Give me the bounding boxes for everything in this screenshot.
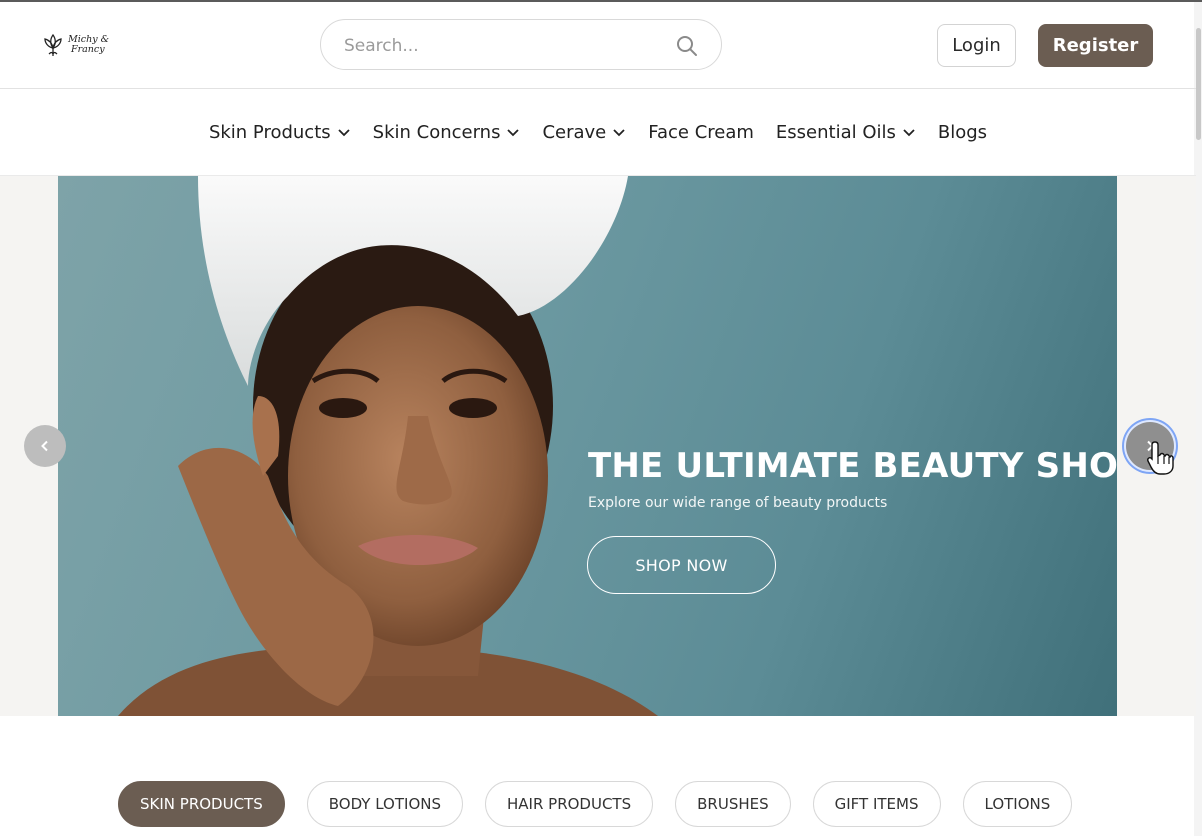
search-input[interactable] (342, 32, 666, 60)
search-icon[interactable] (675, 34, 699, 58)
category-pill-lotions[interactable]: LOTIONS (962, 781, 1073, 827)
chevron-left-icon (41, 440, 48, 452)
chevron-down-icon (613, 129, 625, 137)
nav-item-blogs[interactable]: Blogs (938, 110, 987, 154)
scrollbar-thumb[interactable] (1196, 28, 1201, 140)
nav-item-label: Blogs (937, 121, 988, 143)
category-pill-body-lotions[interactable]: BODY LOTIONS (306, 781, 463, 827)
main-navigation: Skin Products Skin Concerns Cerave Face … (0, 110, 1196, 154)
nav-item-label: Essential Oils (775, 121, 896, 143)
hero-slide: THE ULTIMATE BEAUTY SHOP Explore our wid… (58, 176, 1117, 716)
category-filter-bar: SKIN PRODUCTS BODY LOTIONS HAIR PRODUCTS… (118, 781, 1073, 827)
header-divider (0, 88, 1196, 89)
brand-name-line2: Francy (71, 44, 105, 55)
nav-item-essential-oils[interactable]: Essential Oils (776, 110, 916, 154)
lotus-icon (44, 33, 62, 56)
nav-item-skin-products[interactable]: Skin Products (209, 110, 351, 154)
hero-title: THE ULTIMATE BEAUTY SHOP (588, 446, 1117, 486)
nav-item-label: Cerave (542, 121, 607, 143)
nav-item-label: Skin Concerns (372, 121, 501, 143)
shop-now-button[interactable]: SHOP NOW (587, 536, 776, 594)
category-pill-skin-products[interactable]: SKIN PRODUCTS (118, 781, 285, 827)
category-pill-brushes[interactable]: BRUSHES (675, 781, 791, 827)
chevron-down-icon (338, 129, 350, 137)
nav-item-label: Face Cream (648, 121, 754, 143)
login-button[interactable]: Login (937, 24, 1016, 67)
window-top-edge (0, 0, 1202, 2)
carousel-prev-button[interactable] (24, 425, 66, 467)
category-pill-gift-items[interactable]: GIFT ITEMS (812, 781, 941, 827)
nav-item-label: Skin Products (208, 121, 331, 143)
chevron-down-icon (903, 129, 915, 137)
search-bar[interactable] (320, 19, 722, 70)
carousel-next-button[interactable] (1126, 422, 1174, 470)
register-button[interactable]: Register (1038, 24, 1153, 67)
nav-item-cerave[interactable]: Cerave (542, 110, 626, 154)
nav-item-skin-concerns[interactable]: Skin Concerns (373, 110, 521, 154)
brand-logo[interactable]: Michy & Francy (42, 32, 116, 58)
category-pill-hair-products[interactable]: HAIR PRODUCTS (485, 781, 654, 827)
brand-name: Michy & Francy (68, 35, 116, 55)
nav-item-face-cream[interactable]: Face Cream (648, 110, 754, 154)
chevron-right-icon (1147, 440, 1154, 452)
chevron-down-icon (507, 129, 520, 137)
hero-subtitle: Explore our wide range of beauty product… (588, 495, 888, 511)
